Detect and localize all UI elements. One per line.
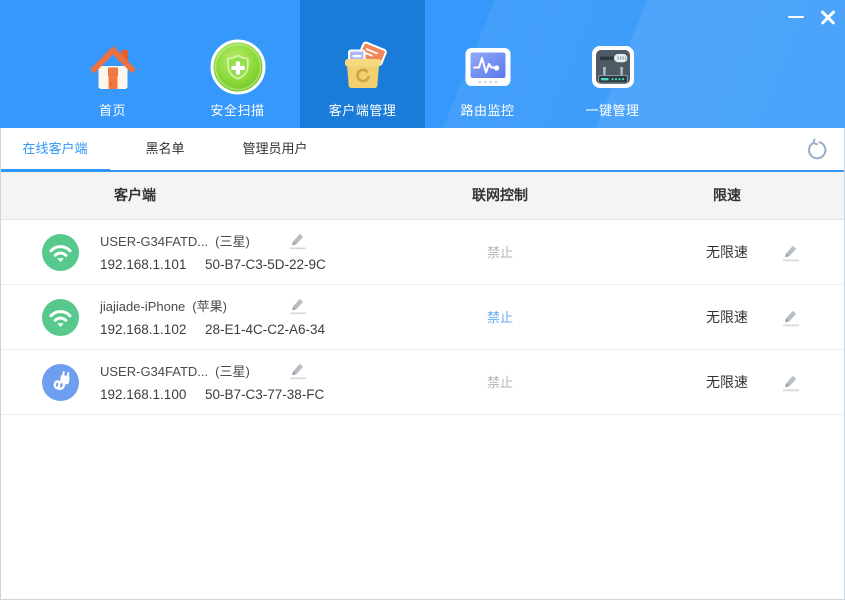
table-header: 客户端 联网控制 限速 [0, 172, 845, 220]
refresh-icon [805, 138, 829, 162]
wifi-icon [42, 299, 79, 336]
forbid-toggle[interactable]: 禁止 [440, 350, 560, 415]
table-row: USER-G34FATD... (三星) 192.168.1.100 50-B7-… [0, 350, 845, 415]
shield-scan-icon [209, 38, 267, 96]
edit-pencil-icon [779, 306, 801, 328]
edit-pencil-icon [286, 229, 308, 251]
nav-item-client-management[interactable]: 客户端管理 [300, 0, 425, 128]
client-name-line: jiajiade-iPhone (苹果) [100, 296, 227, 315]
limit-value: 无限速 [667, 350, 787, 415]
edit-limit-button[interactable] [779, 241, 801, 263]
nav-label: 一键管理 [585, 100, 639, 119]
limit-value: 无限速 [667, 220, 787, 285]
client-brand: (三星) [215, 234, 250, 249]
home-icon [87, 38, 139, 96]
clients-box-icon [335, 38, 391, 96]
wifi-icon [42, 234, 79, 271]
edit-pencil-icon [286, 359, 308, 381]
client-mac: 28-E1-4C-C2-A6-34 [205, 322, 325, 337]
client-brand: (三星) [215, 364, 250, 379]
nav-item-router-monitor[interactable]: 路由监控 [425, 0, 550, 128]
close-button[interactable] [813, 2, 843, 32]
client-name: USER-G34FATD... [100, 234, 208, 249]
app-header: 首页 [0, 0, 845, 128]
edit-pencil-icon [779, 371, 801, 393]
client-name-line: USER-G34FATD... (三星) [100, 361, 250, 380]
client-name: jiajiade-iPhone [100, 299, 185, 314]
monitor-icon [462, 38, 514, 96]
main-nav: 首页 [50, 0, 675, 128]
edit-limit-button[interactable] [779, 371, 801, 393]
minimize-icon [788, 16, 804, 18]
refresh-button[interactable] [803, 136, 831, 164]
tab-blacklist[interactable]: 黑名单 [110, 128, 220, 170]
wired-plug-icon [42, 364, 79, 401]
nav-label: 客户端管理 [329, 100, 397, 119]
column-header-limit: 限速 [667, 172, 787, 219]
client-name-line: USER-G34FATD... (三星) [100, 231, 250, 250]
table-row: jiajiade-iPhone (苹果) 192.168.1.102 28-E1-… [0, 285, 845, 350]
edit-pencil-icon [779, 241, 801, 263]
edit-name-button[interactable] [286, 229, 308, 251]
client-list: USER-G34FATD... (三星) 192.168.1.101 50-B7-… [0, 220, 845, 415]
edit-name-button[interactable] [286, 294, 308, 316]
client-ip: 192.168.1.102 [100, 322, 186, 337]
tab-bar: 在线客户端 黑名单 管理员用户 [0, 128, 845, 172]
edit-pencil-icon [286, 294, 308, 316]
minimize-button[interactable] [781, 2, 811, 32]
nav-label: 路由监控 [460, 100, 514, 119]
nav-item-one-key-management[interactable]: 一键管理 [550, 0, 675, 128]
limit-value: 无限速 [667, 285, 787, 350]
forbid-toggle[interactable]: 禁止 [440, 285, 560, 350]
tab-online-clients[interactable]: 在线客户端 [0, 128, 110, 170]
client-ip: 192.168.1.100 [100, 387, 186, 402]
column-header-control: 联网控制 [440, 172, 560, 219]
edit-name-button[interactable] [286, 359, 308, 381]
edit-limit-button[interactable] [779, 306, 801, 328]
app-window: 首页 [0, 0, 845, 600]
client-mac: 50-B7-C3-5D-22-9C [205, 257, 326, 272]
nav-label: 安全扫描 [210, 100, 264, 119]
client-ip: 192.168.1.101 [100, 257, 186, 272]
tab-admin-users[interactable]: 管理员用户 [220, 128, 330, 170]
nav-label: 首页 [99, 100, 126, 119]
client-mac: 50-B7-C3-77-38-FC [205, 387, 324, 402]
router-icon [587, 38, 639, 96]
table-row: USER-G34FATD... (三星) 192.168.1.101 50-B7-… [0, 220, 845, 285]
nav-item-security-scan[interactable]: 安全扫描 [175, 0, 300, 128]
column-header-client: 客户端 [75, 172, 195, 219]
client-brand: (苹果) [192, 299, 227, 314]
nav-item-home[interactable]: 首页 [50, 0, 175, 128]
client-name: USER-G34FATD... [100, 364, 208, 379]
forbid-toggle[interactable]: 禁止 [440, 220, 560, 285]
close-icon [819, 8, 837, 26]
